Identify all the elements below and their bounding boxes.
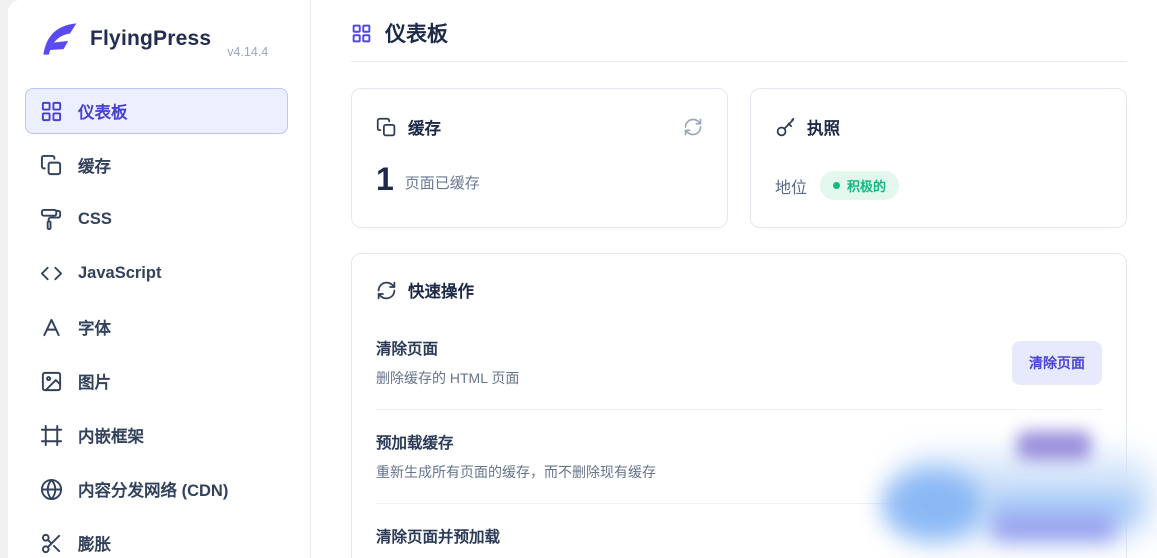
logo-row: FlyingPress v4.14.4 (25, 16, 288, 62)
flyingpress-logo-icon (43, 23, 77, 55)
sidebar-item-iframes[interactable]: 内嵌框架 (25, 412, 288, 458)
sidebar-item-css[interactable]: CSS (25, 196, 288, 242)
action-description: 重新生成所有页面的缓存，而不删除现有缓存 (376, 464, 656, 480)
sidebar-item-cdn[interactable]: 内容分发网络 (CDN) (25, 466, 288, 512)
sidebar-item-label: 内嵌框架 (78, 428, 144, 446)
quick-actions-title: 快速操作 (408, 283, 474, 301)
blurred-button (1017, 431, 1091, 460)
image-icon (41, 371, 62, 391)
blurred-button (992, 514, 1116, 541)
sidebar-item-label: JavaScript (78, 263, 162, 282)
font-icon (43, 318, 60, 336)
license-status-row: 地位 积极的 (775, 171, 1102, 200)
copy-icon (40, 154, 62, 175)
scissors-icon (41, 533, 61, 553)
refresh-cache-count-button[interactable] (683, 117, 703, 137)
action-info: 预加载缓存 重新生成所有页面的缓存，而不删除现有缓存 (376, 431, 656, 482)
sidebar-item-javascript[interactable]: JavaScript (25, 250, 288, 296)
sidebar: FlyingPress v4.14.4 仪表板 缓存 CSS JavaScrip… (8, 0, 311, 558)
paint-roller-icon (40, 208, 62, 230)
frame-icon (40, 424, 63, 446)
cache-count-row: 1 页面已缓存 (376, 163, 703, 195)
sidebar-item-images[interactable]: 图片 (25, 358, 288, 404)
license-status-badge: 积极的 (820, 171, 900, 200)
sidebar-nav: 仪表板 缓存 CSS JavaScript 字体 图片 内嵌框架 内容分发网络 … (25, 88, 288, 558)
sidebar-item-label: 缓存 (78, 158, 111, 176)
code-icon (40, 266, 63, 280)
sidebar-item-dashboard[interactable]: 仪表板 (25, 88, 288, 134)
cached-pages-label: 页面已缓存 (404, 174, 480, 192)
globe-icon (40, 478, 63, 500)
cache-card-header: 缓存 (376, 115, 703, 139)
license-card-title: 执照 (807, 120, 840, 138)
sidebar-item-label: 图片 (78, 374, 111, 392)
page-title: 仪表板 (385, 23, 448, 46)
sidebar-item-fonts[interactable]: 字体 (25, 304, 288, 350)
action-title: 清除页面 (376, 341, 439, 358)
status-dot-icon (833, 182, 841, 189)
license-card: 执照 地位 积极的 (750, 88, 1127, 228)
license-status-label: 地位 (775, 179, 808, 197)
key-icon (776, 117, 795, 136)
header-divider (351, 61, 1127, 62)
sidebar-item-label: 膨胀 (78, 536, 111, 554)
quick-actions-header: 快速操作 (376, 278, 1102, 302)
purge-pages-button[interactable]: 清除页面 (1012, 340, 1102, 385)
license-card-header: 执照 (775, 115, 1102, 139)
sidebar-item-label: 字体 (78, 320, 111, 338)
page-header: 仪表板 (351, 14, 1127, 52)
copy-icon (376, 117, 396, 136)
blurred-wave-shape (882, 470, 984, 540)
refresh-icon (377, 281, 396, 299)
grid-icon (41, 101, 62, 121)
action-title: 清除页面并预加载 (376, 529, 501, 546)
app-name: FlyingPress (90, 27, 212, 50)
action-title: 预加载缓存 (376, 435, 454, 452)
sidebar-item-label: 内容分发网络 (CDN) (78, 482, 229, 500)
action-description: 删除缓存的 HTML 页面 (376, 370, 520, 386)
sidebar-item-label: CSS (78, 209, 112, 228)
action-row-purge-pages: 清除页面 删除缓存的 HTML 页面 清除页面 (376, 316, 1102, 409)
flyingpress-dashboard: FlyingPress v4.14.4 仪表板 缓存 CSS JavaScrip… (0, 0, 1157, 558)
action-info: 清除页面并预加载 删除缓存的 HTML 页面并重新生成缓存 (376, 525, 617, 558)
refresh-icon (684, 118, 702, 136)
action-info: 清除页面 删除缓存的 HTML 页面 (376, 337, 519, 388)
stat-cards-row: 缓存 1 页面已缓存 执照 地位 积极的 (351, 88, 1127, 228)
sidebar-item-label: 仪表板 (78, 104, 128, 122)
sidebar-item-cache[interactable]: 缓存 (25, 142, 288, 188)
cached-pages-count: 1 (376, 161, 394, 197)
sidebar-item-bloat[interactable]: 膨胀 (25, 520, 288, 558)
license-status-value: 积极的 (847, 179, 887, 194)
grid-icon (352, 24, 371, 42)
app-version: v4.14.4 (227, 45, 269, 59)
cache-card: 缓存 1 页面已缓存 (351, 88, 728, 228)
cache-card-title: 缓存 (408, 120, 441, 138)
